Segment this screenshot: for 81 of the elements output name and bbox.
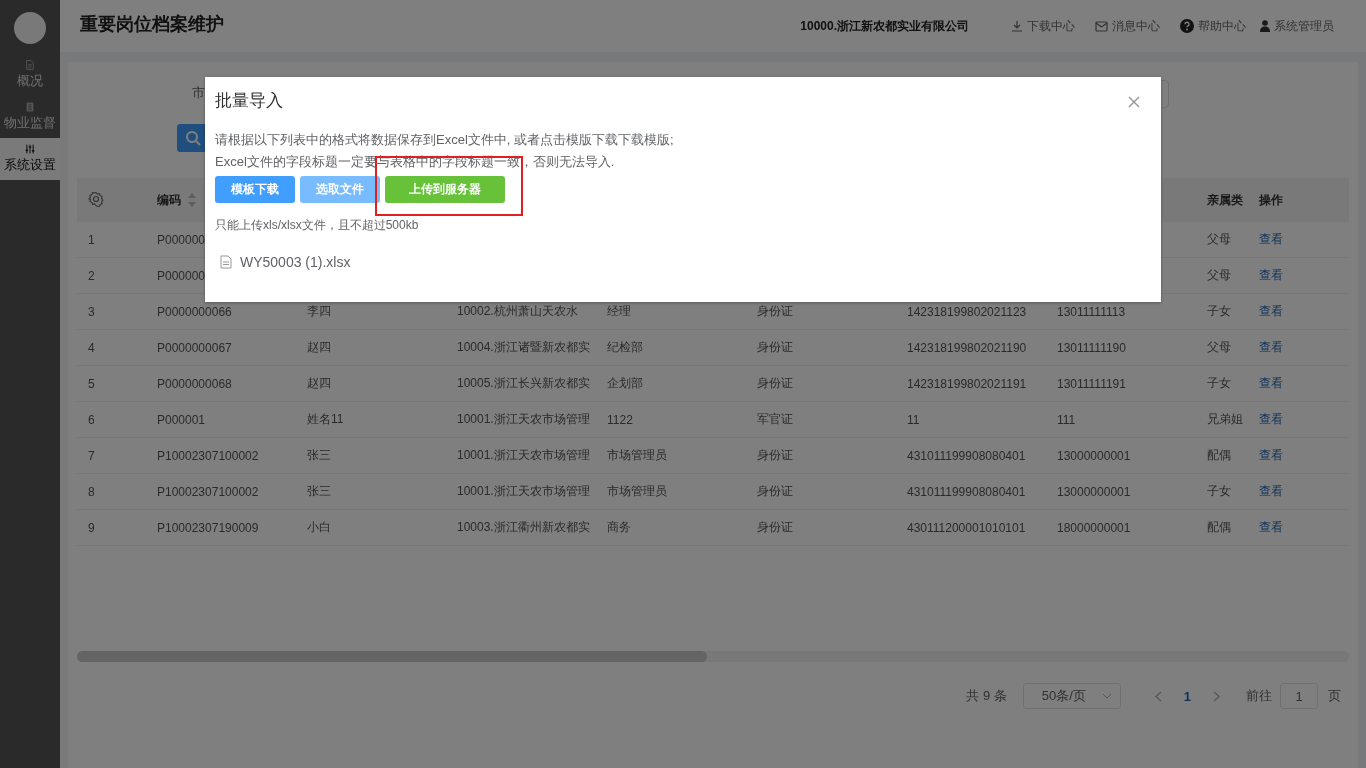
table-cell: 4 — [88, 340, 95, 355]
table-cell: P10002307100002 — [157, 448, 259, 463]
table-cell: 1 — [88, 232, 95, 247]
table-cell: 赵四 — [307, 376, 331, 390]
table-cell: 纪检部 — [607, 340, 643, 354]
table-cell: P000001 — [157, 412, 206, 427]
table-cell: 142318199802021191 — [907, 376, 1027, 391]
table-cell: 142318199802021190 — [907, 340, 1027, 355]
table-cell: 13000000001 — [1057, 484, 1131, 499]
table-cell: 李四 — [307, 304, 331, 318]
table-cell: 18000000001 — [1057, 520, 1131, 535]
table-cell: 9 — [88, 520, 95, 535]
table-cell: 身份证 — [757, 376, 793, 390]
table-cell: 5 — [88, 376, 95, 391]
table-cell: 企划部 — [607, 376, 643, 390]
table-cell: 经理 — [607, 304, 631, 318]
table-cell: 父母 — [1207, 268, 1231, 282]
filter-label: 市 — [192, 84, 205, 102]
table-cell: 6 — [88, 412, 95, 427]
goto-label: 前往 — [1246, 687, 1272, 705]
table-cell: 111 — [1057, 412, 1076, 427]
table-cell: 142318199802021123 — [907, 304, 1027, 319]
table-cell: 子女 — [1207, 304, 1231, 318]
table-cell: 430111200001010101 — [907, 520, 1026, 535]
table-cell: 市场管理员 — [607, 448, 667, 462]
table-cell: 兄弟姐 — [1207, 412, 1243, 426]
table-cell: 2 — [88, 268, 95, 283]
table-cell: 8 — [88, 484, 95, 499]
table-cell: P0000000067 — [157, 340, 232, 355]
table-cell: 张三 — [307, 448, 331, 462]
table-cell: P000000 — [157, 232, 206, 247]
column-header: 编码 — [157, 191, 181, 209]
table-cell: 7 — [88, 448, 95, 463]
table-cell: 身份证 — [757, 520, 793, 534]
table-cell: 10002.杭州萧山天农水 — [457, 304, 578, 318]
column-header: 亲属类 — [1207, 191, 1243, 209]
table-cell: 10001.浙江天农市场管理 — [457, 448, 590, 462]
table-cell: 10005.浙江长兴新农都实 — [457, 376, 590, 390]
table-cell: P10002307190009 — [157, 520, 259, 535]
table-cell: 13011111190 — [1057, 340, 1126, 355]
table-cell: 13011111191 — [1057, 376, 1126, 391]
table-cell: 商务 — [607, 520, 631, 534]
table-cell: 3 — [88, 304, 95, 319]
table-cell: 小白 — [307, 520, 331, 534]
table-cell: 10004.浙江诸暨新农都实 — [457, 340, 590, 354]
instruction-text: 请根据以下列表中的格式将数据保存到Excel文件中, 或者点击模版下载下载模版; — [215, 131, 675, 149]
table-cell: 赵四 — [307, 340, 331, 354]
table-cell: 配偶 — [1207, 448, 1231, 462]
table-cell: 军官证 — [757, 412, 793, 426]
table-cell: P0000000068 — [157, 376, 232, 391]
table-cell: 431011199908080401 — [907, 448, 1026, 463]
company-name: 10000.浙江新农都实业有限公司 — [800, 17, 969, 35]
table-cell: 配偶 — [1207, 520, 1231, 534]
table-cell: 父母 — [1207, 340, 1231, 354]
table-cell: 11 — [907, 412, 920, 427]
table-cell: 姓名11 — [307, 412, 344, 426]
total-count: 共 9 条 — [966, 687, 1007, 705]
table-cell: 子女 — [1207, 376, 1231, 390]
table-cell: 身份证 — [757, 484, 793, 498]
table-cell: 父母 — [1207, 232, 1231, 246]
upload-hint: 只能上传xls/xlsx文件，且不超过500kb — [215, 217, 420, 234]
table-cell: 身份证 — [757, 448, 793, 462]
column-header: 操作 — [1259, 191, 1283, 209]
dialog-title: 批量导入 — [215, 90, 283, 111]
table-cell: 身份证 — [757, 304, 793, 318]
table-cell: 13000000001 — [1057, 448, 1131, 463]
page-title: 重要岗位档案维护 — [80, 13, 225, 36]
table-cell: 子女 — [1207, 484, 1231, 498]
table-cell: 身份证 — [757, 340, 793, 354]
table-cell: 10001.浙江天农市场管理 — [457, 412, 590, 426]
table-cell: 市场管理员 — [607, 484, 667, 498]
table-cell: 10003.浙江衢州新农都实 — [457, 520, 590, 534]
table-cell: 431011199908080401 — [907, 484, 1026, 499]
table-cell: 张三 — [307, 484, 331, 498]
table-cell: 1122 — [607, 412, 633, 427]
table-cell: P10002307100002 — [157, 484, 259, 499]
page-suffix: 页 — [1328, 687, 1341, 705]
table-cell: P000000 — [157, 268, 206, 283]
table-cell: P0000000066 — [157, 304, 232, 319]
table-cell: 10001.浙江天农市场管理 — [457, 484, 590, 498]
table-cell: 13011111113 — [1057, 304, 1126, 319]
